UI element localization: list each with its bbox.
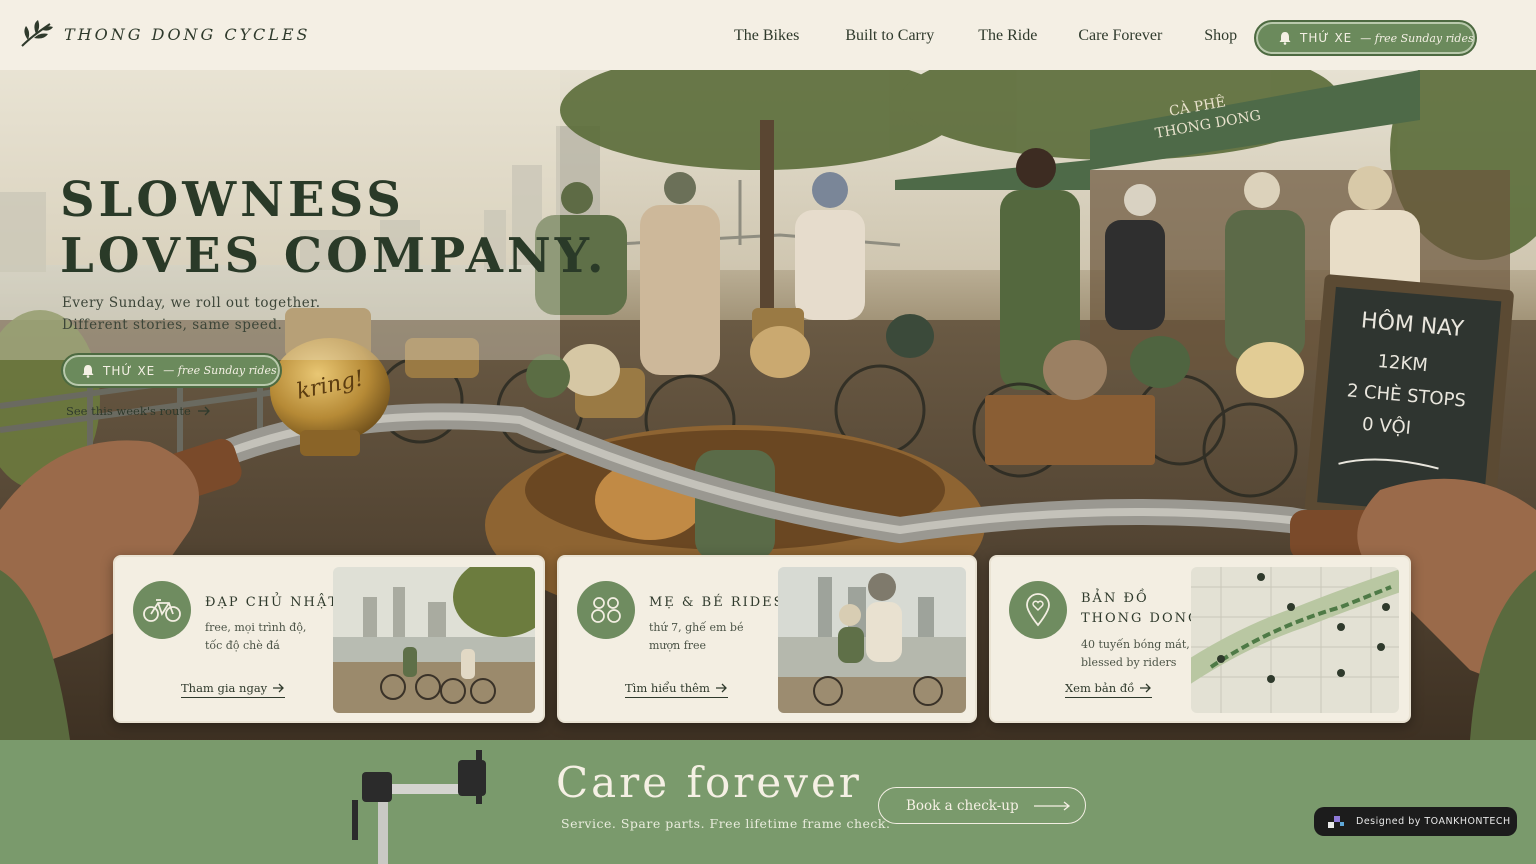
card-description: free, mọi trình độ, tốc độ chè đá: [205, 619, 306, 655]
brand-logo[interactable]: THONG DONG CYCLES: [18, 18, 310, 50]
arrow-right-icon: [197, 406, 210, 416]
card-mom-kid-rides[interactable]: MẸ & BÉ RIDES thứ 7, ghế em bé mượn free…: [557, 555, 977, 723]
card-description: thứ 7, ghế em bé mượn free: [649, 619, 743, 655]
pixel-logo-icon: [1328, 815, 1344, 828]
bell-icon: [82, 364, 94, 378]
care-forever-band: Care forever Service. Spare parts. Free …: [0, 740, 1536, 864]
card-icon-circle: [133, 581, 191, 639]
arrow-right-icon: [1033, 800, 1070, 811]
card-desc-line2: tốc độ chè đá: [205, 639, 280, 652]
bell-icon: [1279, 32, 1291, 45]
hero-subtitle-line1: Every Sunday, we roll out together.: [62, 295, 321, 311]
care-title: Care forever: [556, 758, 862, 807]
cta-em-label: — free Sunday rides: [163, 364, 277, 377]
card-desc-line1: 40 tuyến bóng mát,: [1081, 638, 1190, 651]
chalkboard-line4: 0 VỘI: [1361, 413, 1412, 439]
nav-item-shop[interactable]: Shop: [1204, 27, 1237, 45]
bicycle-icon: [143, 599, 181, 622]
learn-more-link[interactable]: Tìm hiểu thêm: [625, 681, 728, 698]
nav-item-care-forever[interactable]: Care Forever: [1078, 27, 1162, 45]
card-desc-line1: thứ 7, ghế em bé: [649, 621, 744, 634]
card-sunday-ride[interactable]: ĐẠP CHỦ NHẬT free, mọi trình độ, tốc độ …: [113, 555, 545, 723]
hero-title-line2: LOVES COMPANY.: [60, 228, 608, 284]
card-photo-riverside-riders: [333, 567, 535, 713]
arrow-right-icon: [273, 683, 285, 693]
main-nav: The Bikes Built to Carry The Ride Care F…: [734, 27, 1237, 45]
card-desc-line1: free, mọi trình độ,: [205, 621, 307, 634]
hero-subtitle: Every Sunday, we roll out together. Diff…: [62, 292, 321, 336]
card-icon-circle: [577, 581, 635, 639]
view-map-link[interactable]: Xem bản đồ: [1065, 681, 1153, 698]
card-title: ĐẠP CHỦ NHẬT: [205, 595, 339, 610]
card-title-line2: THONG DONG: [1081, 611, 1201, 626]
see-route-label: See this week's route: [66, 404, 191, 418]
site-header: THONG DONG CYCLES The Bikes Built to Car…: [0, 0, 1536, 70]
chalkboard-line2: 12KM: [1377, 351, 1429, 376]
hero-ride-cta-button[interactable]: THỨ XE — free Sunday rides: [61, 353, 282, 388]
card-description: 40 tuyến bóng mát, blessed by riders: [1081, 636, 1190, 672]
nav-item-built-to-carry[interactable]: Built to Carry: [845, 27, 934, 45]
card-title-line1: BẢN ĐỒ: [1081, 591, 1149, 606]
bike-repair-stand-icon: [352, 750, 486, 864]
join-now-link[interactable]: Tham gia ngay: [181, 681, 286, 698]
leaf-sprig-icon: [21, 20, 53, 47]
hero-title-line1: SLOWNESS: [60, 172, 405, 228]
card-title: BẢN ĐỒ THONG DONG: [1081, 589, 1200, 629]
designer-badge[interactable]: Designed by TOANKHONTECH: [1314, 807, 1517, 836]
card-icon-circle: [1009, 581, 1067, 639]
card-photo-mother-child: [778, 567, 966, 713]
cta-em-label: — free Sunday rides: [1360, 31, 1474, 45]
book-checkup-button[interactable]: Book a check-up: [878, 787, 1086, 824]
hero-title: SLOWNESS LOVES COMPANY.: [60, 172, 608, 284]
cta-strong-label: THỨ XE: [103, 363, 156, 378]
arrow-right-icon: [715, 683, 727, 693]
card-route-map[interactable]: BẢN ĐỒ THONG DONG 40 tuyến bóng mát, ble…: [989, 555, 1411, 723]
care-subtitle: Service. Spare parts. Free lifetime fram…: [561, 816, 891, 831]
card-link-label: Tham gia ngay: [181, 681, 268, 695]
designer-badge-text: Designed by TOANKHONTECH: [1356, 816, 1511, 827]
see-route-link[interactable]: See this week's route: [66, 404, 211, 418]
brand-name: THONG DONG CYCLES: [64, 24, 311, 44]
card-title: MẸ & BÉ RIDES: [649, 595, 785, 610]
arrow-right-icon: [1140, 683, 1152, 693]
nav-item-the-bikes[interactable]: The Bikes: [734, 27, 799, 45]
card-link-label: Tìm hiểu thêm: [625, 681, 710, 695]
card-photo-route-map: [1191, 567, 1399, 713]
cta-strong-label: THỨ XE: [1300, 31, 1353, 45]
hero-subtitle-line2: Different stories, same speed.: [62, 317, 283, 333]
map-pin-heart-icon: [1026, 593, 1050, 627]
card-desc-line2: mượn free: [649, 639, 707, 652]
family-bikes-icon: [591, 597, 621, 623]
nav-item-the-ride[interactable]: The Ride: [978, 27, 1037, 45]
card-desc-line2: blessed by riders: [1081, 656, 1177, 669]
book-checkup-label: Book a check-up: [906, 797, 1019, 814]
card-link-label: Xem bản đồ: [1065, 681, 1135, 695]
header-ride-cta-button[interactable]: THỨ XE — free Sunday rides: [1254, 20, 1477, 56]
